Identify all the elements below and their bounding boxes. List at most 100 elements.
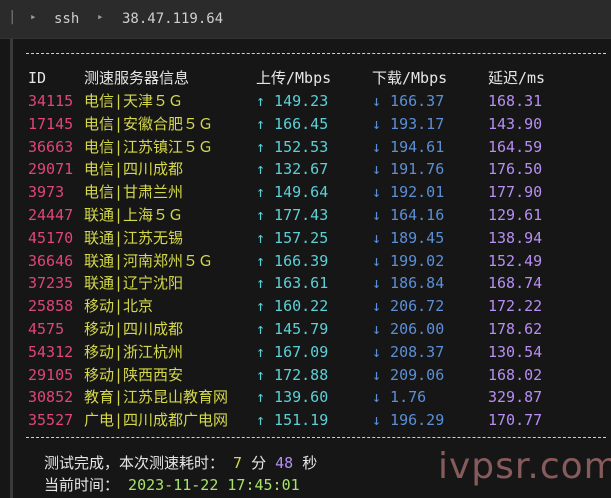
node-id: 29105 — [28, 365, 74, 384]
node-id: 30852 — [28, 388, 74, 407]
table-row: 3973 电信|甘肃兰州 ↑ 149.64 ↓ 192.01 177.90 — [0, 181, 611, 203]
latency-value: 168.02 — [488, 365, 543, 384]
node-name: 电信|江苏镇江５Ｇ — [84, 137, 214, 156]
separator-line-top — [26, 53, 606, 54]
node-name: 移动|陕西西安 — [84, 365, 184, 384]
download-speed: ↓ 193.17 — [372, 114, 445, 133]
table-row: 54312 移动|浙江杭州 ↑ 167.09 ↓ 208.37 130.54 — [0, 341, 611, 363]
header-upload: 上传/Mbps — [256, 69, 332, 87]
upload-speed: ↑ 149.23 — [256, 92, 329, 110]
table-row: 36663 电信|江苏镇江５Ｇ ↑ 152.53 ↓ 194.61 164.59 — [0, 136, 611, 158]
download-speed: ↓ 1.76 — [372, 388, 427, 407]
table-row: 45170 联通|江苏无锡 ↑ 157.25 ↓ 189.45 138.94 — [0, 227, 611, 249]
upload-speed: ↑ 132.67 — [256, 160, 329, 179]
node-name: 电信|天津５Ｇ — [84, 92, 184, 110]
elapsed-line: 测试完成，本次测速耗时： 7 分 48 秒 — [44, 452, 317, 474]
download-speed: ↓ 209.06 — [372, 365, 445, 384]
table-row: 29071 电信|四川成都 ↑ 132.67 ↓ 191.76 176.50 — [0, 158, 611, 180]
latency-value: 329.87 — [488, 388, 543, 407]
upload-speed: ↑ 151.19 — [256, 411, 329, 430]
elapsed-label: 测试完成，本次测速耗时： — [44, 454, 225, 472]
table-row: 4575 移动|四川成都 ↑ 145.79 ↓ 206.00 178.62 — [0, 318, 611, 340]
table-row: 29105 移动|陕西西安 ↑ 172.88 ↓ 209.06 168.02 — [0, 364, 611, 386]
download-speed: ↓ 191.76 — [372, 160, 445, 179]
node-name: 教育|江苏昆山教育网 — [84, 388, 229, 407]
upload-speed: ↑ 149.64 — [256, 183, 329, 202]
chevron-right-icon: ▸ — [30, 10, 37, 23]
download-speed: ↓ 164.16 — [372, 206, 445, 224]
node-name: 联通|上海５Ｇ — [84, 206, 184, 224]
table-row: 35527 广电|四川成都广电网 ↑ 151.19 ↓ 196.29 170.77 — [0, 409, 611, 431]
latency-value: 152.49 — [488, 251, 543, 270]
latency-value: 164.59 — [488, 137, 543, 156]
upload-speed: ↑ 157.25 — [256, 228, 329, 247]
watermark-logo: ivpsr.com — [438, 446, 611, 487]
node-name: 联通|河南郑州５Ｇ — [84, 251, 214, 270]
table-row: 30852 教育|江苏昆山教育网 ↑ 139.60 ↓ 1.76 329.87 — [0, 386, 611, 408]
node-id: 25858 — [28, 297, 74, 316]
upload-speed: ↑ 172.88 — [256, 365, 329, 384]
node-name: 广电|四川成都广电网 — [84, 411, 229, 430]
download-speed: ↓ 206.72 — [372, 297, 445, 316]
breadcrumb-host[interactable]: 38.47.119.64 — [122, 11, 223, 27]
latency-value: 178.62 — [488, 320, 543, 338]
node-id: 29071 — [28, 160, 74, 179]
upload-speed: ↑ 177.43 — [256, 206, 329, 224]
upload-speed: ↑ 166.45 — [256, 114, 329, 133]
node-name: 移动|浙江杭州 — [84, 342, 184, 361]
upload-speed: ↑ 166.39 — [256, 251, 329, 270]
download-speed: ↓ 186.84 — [372, 274, 445, 293]
breadcrumb-ssh[interactable]: ssh — [54, 11, 79, 27]
latency-value: 177.90 — [488, 183, 543, 202]
node-id: 45170 — [28, 228, 74, 247]
separator-line-bottom — [26, 437, 606, 438]
latency-value: 172.22 — [488, 297, 543, 316]
node-id: 35527 — [28, 411, 74, 430]
download-speed: ↓ 166.37 — [372, 92, 445, 110]
table-row: 37235 联通|辽宁沈阳 ↑ 163.61 ↓ 186.84 168.74 — [0, 272, 611, 294]
header-latency: 延迟/ms — [488, 69, 546, 87]
elapsed-seconds: 48 — [275, 454, 294, 472]
table-row: 36646 联通|河南郑州５Ｇ ↑ 166.39 ↓ 199.02 152.49 — [0, 250, 611, 272]
node-id: 37235 — [28, 274, 74, 293]
latency-value: 170.77 — [488, 411, 543, 430]
upload-speed: ↑ 163.61 — [256, 274, 329, 293]
elapsed-minutes: 7 — [233, 454, 243, 472]
node-name: 移动|四川成都 — [84, 320, 184, 338]
node-id: 17145 — [28, 114, 74, 133]
node-id: 4575 — [28, 320, 65, 338]
node-name: 电信|安徽合肥５Ｇ — [84, 114, 214, 133]
upload-speed: ↑ 145.79 — [256, 320, 329, 338]
download-speed: ↓ 208.37 — [372, 342, 445, 361]
node-name: 联通|江苏无锡 — [84, 228, 184, 247]
node-name: 电信|甘肃兰州 — [84, 183, 184, 202]
latency-value: 168.74 — [488, 274, 543, 293]
node-id: 3973 — [28, 183, 65, 202]
header-id: ID — [28, 69, 47, 87]
tab-divider: | — [8, 9, 17, 25]
terminal-tab-bar: | ▸ ssh ▸ 38.47.119.64 — [0, 0, 611, 39]
latency-value: 176.50 — [488, 160, 543, 179]
node-id: 36663 — [28, 137, 74, 156]
node-id: 54312 — [28, 342, 74, 361]
upload-speed: ↑ 139.60 — [256, 388, 329, 407]
download-speed: ↓ 206.00 — [372, 320, 445, 338]
node-name: 电信|四川成都 — [84, 160, 184, 179]
upload-speed: ↑ 152.53 — [256, 137, 329, 156]
latency-value: 130.54 — [488, 342, 543, 361]
table-row: 17145 电信|安徽合肥５Ｇ ↑ 166.45 ↓ 193.17 143.90 — [0, 113, 611, 135]
table-row: 24447 联通|上海５Ｇ ↑ 177.43 ↓ 164.16 129.61 — [0, 204, 611, 226]
header-node: 测速服务器信息 — [84, 69, 190, 87]
chevron-right-icon: ▸ — [97, 10, 104, 23]
node-id: 24447 — [28, 206, 74, 224]
table-header: ID 测速服务器信息 上传/Mbps 下载/Mbps 延迟/ms — [0, 67, 611, 89]
current-time-value: 2023-11-22 17:45:01 — [128, 476, 300, 494]
terminal-output[interactable]: ID 测速服务器信息 上传/Mbps 下载/Mbps 延迟/ms 34115 电信… — [0, 39, 611, 498]
latency-value: 168.31 — [488, 92, 543, 110]
node-name: 移动|北京 — [84, 297, 154, 316]
current-time-label: 当前时间： — [44, 476, 120, 494]
upload-speed: ↑ 167.09 — [256, 342, 329, 361]
download-speed: ↓ 199.02 — [372, 251, 445, 270]
current-time-line: 当前时间： 2023-11-22 17:45:01 — [44, 474, 300, 496]
node-name: 联通|辽宁沈阳 — [84, 274, 184, 293]
